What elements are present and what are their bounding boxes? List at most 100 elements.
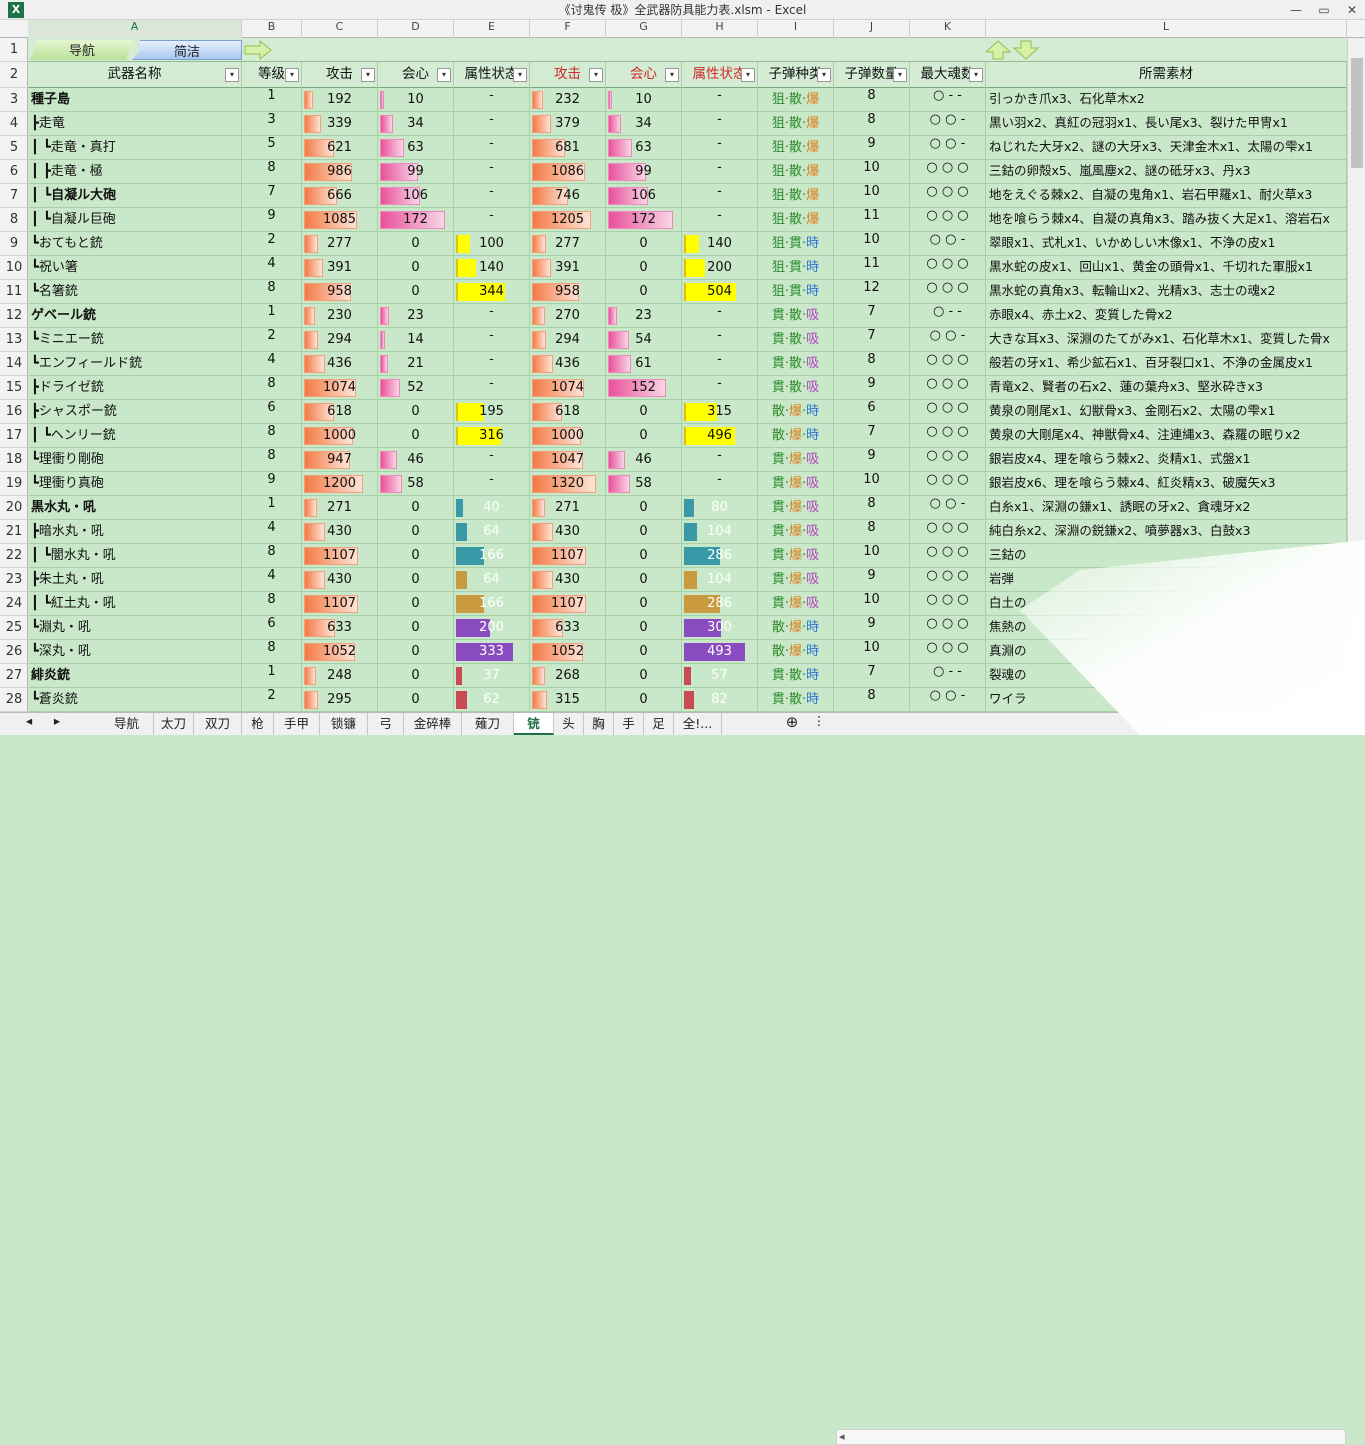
cell-I[interactable]: 貫·散·吸	[758, 352, 834, 376]
cell-B[interactable]: 8	[242, 640, 302, 664]
value-cell[interactable]: 14	[378, 328, 454, 352]
cell-I[interactable]: 散·爆·時	[758, 400, 834, 424]
value-cell[interactable]: 430	[302, 568, 378, 592]
row-number-1[interactable]: 1	[0, 38, 28, 62]
cell-J[interactable]: 6	[834, 400, 910, 424]
cell-J[interactable]: 11	[834, 208, 910, 232]
cell-J[interactable]: 9	[834, 616, 910, 640]
value-cell[interactable]: 192	[302, 88, 378, 112]
cell-A[interactable]: ┃ ┗自凝ル巨砲	[28, 208, 242, 232]
cell-J[interactable]: 10	[834, 472, 910, 496]
sheet-tab[interactable]: 胸	[584, 713, 614, 735]
value-cell[interactable]: 379	[530, 112, 606, 136]
cell-L[interactable]: 黒水蛇の皮x1、回山x1、黄金の頭骨x1、千切れた軍服x1	[986, 256, 1347, 280]
cell-B[interactable]: 6	[242, 400, 302, 424]
cell-B[interactable]: 2	[242, 232, 302, 256]
cell-K[interactable]: ○ ○ ○	[910, 448, 986, 472]
cell-B[interactable]: 8	[242, 376, 302, 400]
cell-J[interactable]: 7	[834, 424, 910, 448]
row-number-20[interactable]: 20	[0, 496, 28, 520]
value-cell[interactable]: 391	[530, 256, 606, 280]
row-number-28[interactable]: 28	[0, 688, 28, 712]
row-number-21[interactable]: 21	[0, 520, 28, 544]
value-cell[interactable]: 618	[302, 400, 378, 424]
value-cell[interactable]: 666	[302, 184, 378, 208]
value-cell[interactable]: 63	[606, 136, 682, 160]
cell-I[interactable]: 狙·貫·時	[758, 280, 834, 304]
cell-H[interactable]: -	[682, 160, 758, 184]
row-number-18[interactable]: 18	[0, 448, 28, 472]
cell-I[interactable]: 狙·散·爆	[758, 208, 834, 232]
cell-A[interactable]: ┗名箸銃	[28, 280, 242, 304]
cell-A[interactable]: ┗理衝り真砲	[28, 472, 242, 496]
cell-H[interactable]: -	[682, 112, 758, 136]
filter-dropdown-icon[interactable]: ▾	[513, 68, 527, 82]
value-cell[interactable]: 1107	[530, 592, 606, 616]
cell-J[interactable]: 11	[834, 256, 910, 280]
cell-B[interactable]: 2	[242, 688, 302, 712]
value-cell[interactable]: 82	[682, 688, 758, 712]
row-number-5[interactable]: 5	[0, 136, 28, 160]
value-cell[interactable]: 430	[530, 568, 606, 592]
cell-L[interactable]: 白糸x1、深淵の鎌x1、誘眠の牙x2、貪魂牙x2	[986, 496, 1347, 520]
value-cell[interactable]: 268	[530, 664, 606, 688]
cell-E[interactable]: -	[454, 352, 530, 376]
cell-K[interactable]: ○ ○ ○	[910, 352, 986, 376]
value-cell[interactable]: 493	[682, 640, 758, 664]
value-cell[interactable]: 0	[606, 616, 682, 640]
value-cell[interactable]: 0	[606, 256, 682, 280]
value-cell[interactable]: 436	[302, 352, 378, 376]
cell-I[interactable]: 貫·散·吸	[758, 328, 834, 352]
row-number-25[interactable]: 25	[0, 616, 28, 640]
cell-A[interactable]: 黒水丸・吼	[28, 496, 242, 520]
cell-H[interactable]: -	[682, 472, 758, 496]
row-number-13[interactable]: 13	[0, 328, 28, 352]
filter-dropdown-icon[interactable]: ▾	[361, 68, 375, 82]
row-number-14[interactable]: 14	[0, 352, 28, 376]
cell-I[interactable]: 貫·爆·吸	[758, 472, 834, 496]
cell-L[interactable]: 赤眼x4、赤土x2、変質した骨x2	[986, 304, 1347, 328]
cell-I[interactable]: 狙·散·爆	[758, 160, 834, 184]
cell-K[interactable]: ○ ○ ○	[910, 640, 986, 664]
filter-dropdown-icon[interactable]: ▾	[665, 68, 679, 82]
value-cell[interactable]: 230	[302, 304, 378, 328]
value-cell[interactable]: 10	[606, 88, 682, 112]
cell-A[interactable]: ┃ ┗闇水丸・吼	[28, 544, 242, 568]
value-cell[interactable]: 80	[682, 496, 758, 520]
value-cell[interactable]: 166	[454, 544, 530, 568]
cell-B[interactable]: 1	[242, 496, 302, 520]
arrow-right-icon[interactable]	[244, 40, 272, 60]
add-sheet-icon[interactable]: ⊕	[782, 713, 802, 735]
value-cell[interactable]: 286	[682, 544, 758, 568]
arrow-up-icon[interactable]	[984, 40, 1012, 60]
sheet-tab[interactable]: 薙刀	[462, 713, 514, 735]
cell-K[interactable]: ○ ○ ○	[910, 520, 986, 544]
cell-B[interactable]: 6	[242, 616, 302, 640]
cell-I[interactable]: 散·爆·時	[758, 640, 834, 664]
filter-dropdown-icon[interactable]: ▾	[285, 68, 299, 82]
cell-A[interactable]: ┗蒼炎銃	[28, 688, 242, 712]
value-cell[interactable]: 34	[378, 112, 454, 136]
value-cell[interactable]: 21	[378, 352, 454, 376]
cell-L[interactable]: 銀岩皮x4、理を喰らう棘x2、炎精x1、式盤x1	[986, 448, 1347, 472]
cell-J[interactable]: 7	[834, 664, 910, 688]
value-cell[interactable]: 0	[606, 232, 682, 256]
cell-K[interactable]: ○ ○ ○	[910, 184, 986, 208]
cell-B[interactable]: 8	[242, 592, 302, 616]
cell-K[interactable]: ○ ○ ○	[910, 424, 986, 448]
cell-B[interactable]: 2	[242, 328, 302, 352]
cell-B[interactable]: 4	[242, 352, 302, 376]
row-number-17[interactable]: 17	[0, 424, 28, 448]
cell-H[interactable]: -	[682, 136, 758, 160]
cell-E[interactable]: -	[454, 160, 530, 184]
cell-A[interactable]: ┣暗水丸・吼	[28, 520, 242, 544]
value-cell[interactable]: 1200	[302, 472, 378, 496]
cell-A[interactable]: ┗深丸・吼	[28, 640, 242, 664]
cell-J[interactable]: 10	[834, 184, 910, 208]
value-cell[interactable]: 1052	[530, 640, 606, 664]
value-cell[interactable]: 1052	[302, 640, 378, 664]
cell-A[interactable]: ┣シャスポー銃	[28, 400, 242, 424]
column-letter-B[interactable]: B	[242, 20, 302, 38]
sheet-tab[interactable]: 手	[614, 713, 644, 735]
value-cell[interactable]: 633	[302, 616, 378, 640]
